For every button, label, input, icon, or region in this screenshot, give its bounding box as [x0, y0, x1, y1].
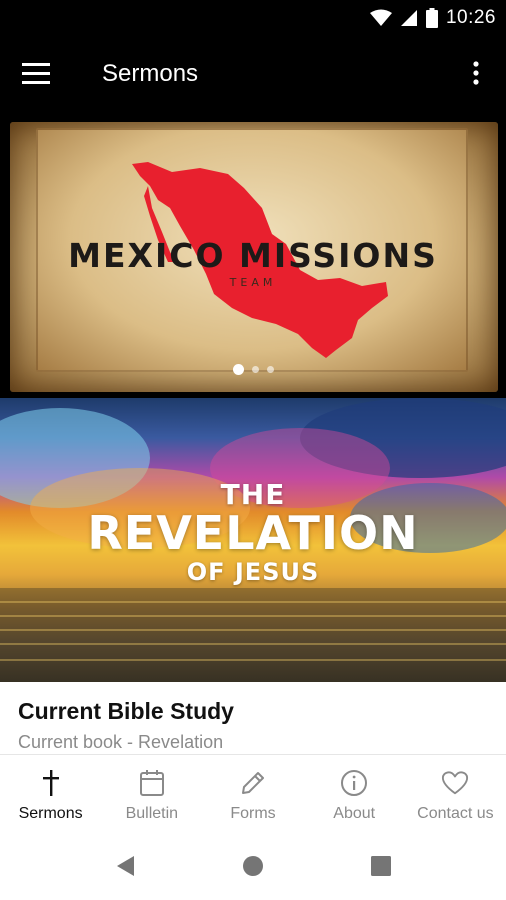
nav-label-contact-us: Contact us	[417, 805, 494, 822]
nav-item-forms[interactable]: Forms	[202, 755, 303, 830]
study-cover-line-3: OF JESUS	[186, 558, 320, 586]
overflow-menu-button[interactable]	[464, 56, 488, 92]
recents-button[interactable]	[369, 854, 393, 878]
app-bar: Sermons	[0, 36, 506, 112]
battery-icon	[425, 8, 438, 28]
nav-label-sermons: Sermons	[18, 805, 83, 822]
carousel-dot-active[interactable]	[232, 364, 244, 375]
nav-item-bulletin[interactable]: Bulletin	[101, 755, 202, 830]
home-button[interactable]	[241, 854, 265, 878]
more-vert-icon	[473, 61, 479, 85]
calendar-icon	[138, 769, 166, 797]
system-navigation-bar	[0, 830, 506, 900]
page-title: Sermons	[102, 60, 199, 87]
status-bar: 10:26	[0, 0, 506, 36]
nav-label-forms: Forms	[230, 805, 276, 822]
back-button[interactable]	[114, 854, 138, 878]
signal-icon	[400, 10, 417, 26]
carousel-dot[interactable]	[266, 366, 274, 373]
info-icon	[340, 769, 368, 797]
nav-label-about: About	[333, 805, 376, 822]
nav-item-contact-us[interactable]: Contact us	[405, 755, 506, 830]
banner-carousel[interactable]: MEXICO MISSIONS TEAM	[0, 112, 506, 398]
carousel-dot[interactable]	[251, 366, 259, 373]
home-circle-icon	[243, 856, 263, 876]
study-subtitle: Current book - Revelation	[18, 732, 224, 752]
bible-study-card[interactable]: THE REVELATION OF JESUS Current Bible St…	[0, 398, 506, 754]
recents-square-icon	[371, 856, 391, 876]
carousel-indicators	[0, 364, 506, 375]
wifi-icon	[369, 9, 392, 26]
back-triangle-icon	[117, 856, 134, 876]
nav-item-sermons[interactable]: Sermons	[0, 755, 101, 830]
bottom-navigation: Sermons Bulletin Forms About Contact us	[0, 754, 506, 830]
nav-label-bulletin: Bulletin	[125, 805, 179, 822]
cross-icon	[37, 769, 65, 797]
hamburger-menu-icon	[22, 63, 50, 84]
study-cover-line-2: REVELATION	[87, 506, 419, 560]
status-time: 10:26	[445, 7, 496, 28]
nav-item-about[interactable]: About	[304, 755, 405, 830]
banner-title: MEXICO MISSIONS	[68, 236, 438, 275]
study-title: Current Bible Study	[18, 698, 234, 724]
heart-icon	[441, 769, 469, 797]
status-icons: 10:26	[369, 6, 496, 30]
menu-button[interactable]	[18, 56, 58, 92]
banner-subtitle: TEAM	[229, 276, 277, 289]
study-cover-image: THE REVELATION OF JESUS	[0, 398, 506, 682]
pencil-icon	[239, 769, 267, 797]
